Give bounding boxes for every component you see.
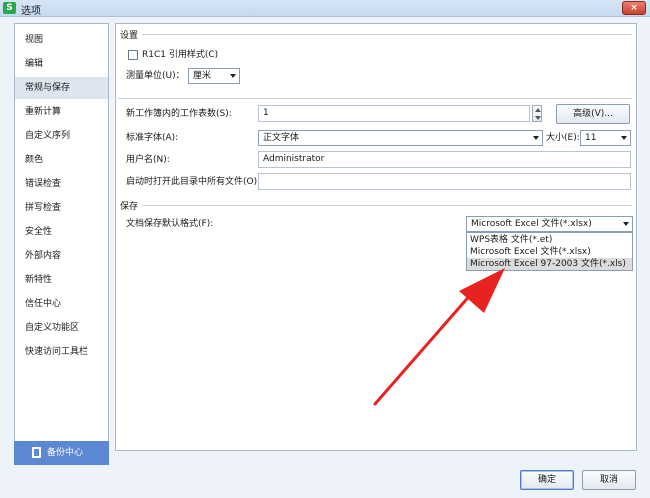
r1c1-label: R1C1 引用样式(C) bbox=[142, 50, 219, 60]
username-input[interactable]: Administrator bbox=[258, 151, 631, 168]
sidebar-item-edit[interactable]: 编辑 bbox=[15, 53, 108, 75]
title-bar: S 选项 × bbox=[0, 0, 650, 17]
default-format-label: 文档保存默认格式(F): bbox=[126, 219, 214, 229]
sidebar-item-custom-lists[interactable]: 自定义序列 bbox=[15, 125, 108, 147]
save-section-title: 保存 bbox=[120, 202, 139, 212]
chevron-down-icon bbox=[230, 74, 236, 78]
font-select[interactable]: 正文字体 bbox=[258, 130, 543, 146]
startup-folder-label: 启动时打开此目录中所有文件(O): bbox=[126, 177, 261, 187]
unit-label: 测量单位(U)： bbox=[126, 71, 185, 81]
chevron-down-icon bbox=[533, 136, 539, 140]
ok-button[interactable]: 确定 bbox=[520, 470, 574, 490]
window-title: 选项 bbox=[21, 6, 41, 17]
size-select-value: 11 bbox=[585, 133, 597, 143]
sheets-label: 新工作簿内的工作表数(S): bbox=[126, 109, 232, 119]
backup-icon bbox=[32, 447, 41, 458]
startup-folder-input[interactable] bbox=[258, 173, 631, 190]
sidebar: 视图 编辑 常规与保存 重新计算 自定义序列 颜色 错误检查 拼写检查 安全性 … bbox=[14, 23, 109, 451]
font-select-value: 正文字体 bbox=[263, 133, 300, 143]
unit-select-value: 厘米 bbox=[193, 71, 212, 81]
username-label: 用户名(N): bbox=[126, 155, 170, 165]
sidebar-item-color[interactable]: 颜色 bbox=[15, 149, 108, 171]
default-format-value: Microsoft Excel 文件(*.xlsx) bbox=[471, 219, 592, 229]
sidebar-item-quick-access[interactable]: 快速访问工具栏 bbox=[15, 341, 108, 363]
chevron-down-icon bbox=[621, 136, 627, 140]
sidebar-item-general-save[interactable]: 常规与保存 bbox=[15, 77, 108, 99]
sidebar-item-external-content[interactable]: 外部内容 bbox=[15, 245, 108, 267]
sidebar-item-view[interactable]: 视图 bbox=[15, 29, 108, 51]
settings-separator bbox=[142, 34, 632, 35]
format-option-et[interactable]: WPS表格 文件(*.et) bbox=[467, 234, 632, 246]
spin-down-icon bbox=[535, 116, 541, 120]
sidebar-item-trust-center[interactable]: 信任中心 bbox=[15, 293, 108, 315]
size-label: 大小(E): bbox=[546, 133, 580, 143]
sidebar-item-customize-ribbon[interactable]: 自定义功能区 bbox=[15, 317, 108, 339]
format-option-xls[interactable]: Microsoft Excel 97-2003 文件(*.xls) bbox=[467, 258, 632, 270]
sidebar-item-spell-check[interactable]: 拼写检查 bbox=[15, 197, 108, 219]
size-select[interactable]: 11 bbox=[580, 130, 631, 146]
sidebar-item-new-features[interactable]: 新特性 bbox=[15, 269, 108, 291]
sidebar-item-error-check[interactable]: 错误检查 bbox=[15, 173, 108, 195]
sheets-spinner[interactable] bbox=[532, 105, 542, 122]
backup-center-button[interactable]: 备份中心 bbox=[14, 441, 109, 465]
wps-app-icon: S bbox=[3, 2, 16, 14]
settings-separator-2 bbox=[118, 98, 632, 99]
settings-panel: 设置 R1C1 引用样式(C) 测量单位(U)： 厘米 新工作簿内的工作表数(S… bbox=[115, 23, 637, 451]
settings-section-title: 设置 bbox=[120, 31, 139, 41]
r1c1-checkbox[interactable] bbox=[128, 50, 138, 60]
save-separator bbox=[142, 205, 632, 206]
close-button[interactable]: × bbox=[622, 1, 646, 15]
default-format-select[interactable]: Microsoft Excel 文件(*.xlsx) bbox=[466, 216, 633, 232]
advanced-button[interactable]: 高级(V)... bbox=[556, 104, 630, 124]
cancel-button[interactable]: 取消 bbox=[582, 470, 636, 490]
chevron-down-icon bbox=[623, 222, 629, 226]
format-dropdown-list: WPS表格 文件(*.et) Microsoft Excel 文件(*.xlsx… bbox=[466, 232, 633, 271]
backup-center-label: 备份中心 bbox=[47, 448, 84, 458]
options-dialog: 视图 编辑 常规与保存 重新计算 自定义序列 颜色 错误检查 拼写检查 安全性 … bbox=[0, 17, 650, 498]
sheets-input[interactable]: 1 bbox=[258, 105, 530, 122]
format-option-xlsx[interactable]: Microsoft Excel 文件(*.xlsx) bbox=[467, 246, 632, 258]
sidebar-item-recalc[interactable]: 重新计算 bbox=[15, 101, 108, 123]
spin-up-icon bbox=[535, 108, 541, 112]
sidebar-item-security[interactable]: 安全性 bbox=[15, 221, 108, 243]
font-label: 标准字体(A): bbox=[126, 133, 179, 143]
unit-select[interactable]: 厘米 bbox=[188, 68, 240, 84]
